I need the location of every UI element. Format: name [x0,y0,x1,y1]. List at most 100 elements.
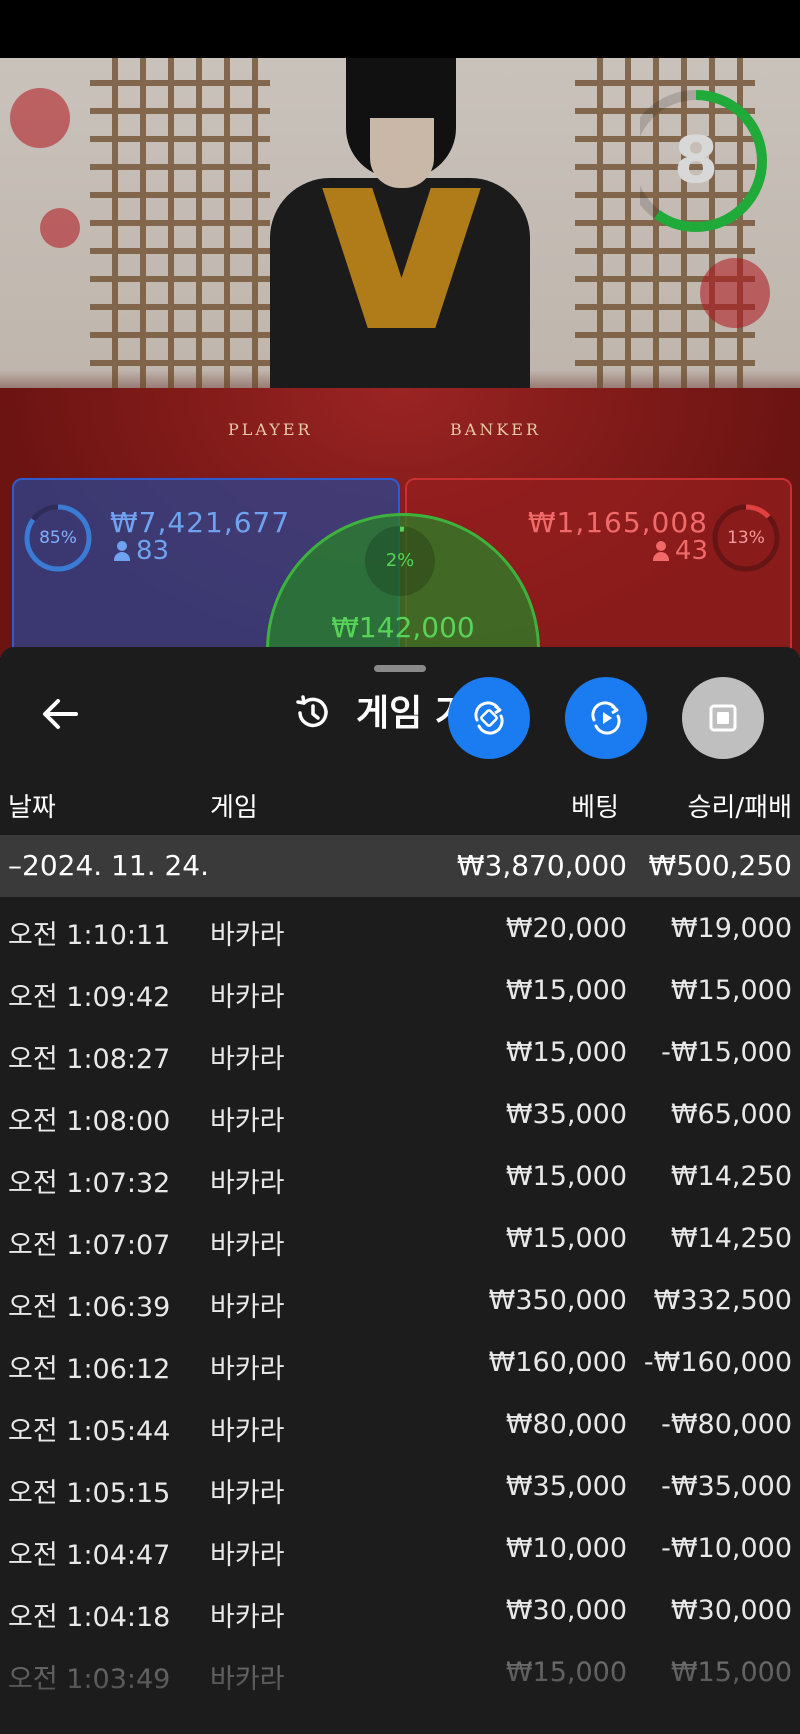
replay-button[interactable] [565,677,647,759]
tie-percent: 2% [385,550,415,571]
row-time: 오전 1:07:32 [8,1168,171,1199]
rotate-icon [474,701,504,735]
date-group-total-bet: ₩3,870,000 [456,849,627,882]
player-count-value: 83 [136,536,170,566]
row-time: 오전 1:09:42 [8,982,171,1013]
stop-icon [709,704,737,732]
game-history-sheet: 게임 기록 날짜 게임 베팅 승리/패배 –2024. 11. 24. ₩3,8… [0,647,800,1734]
banker-total-amount: ₩1,165,008 [527,506,708,539]
history-icon [292,693,332,733]
column-header-winloss: 승리/패배 [687,793,792,823]
row-winloss: ₩14,250 [670,1161,792,1192]
column-header-bet: 베팅 [571,793,619,823]
row-winloss: ₩15,000 [670,975,792,1006]
row-bet: ₩350,000 [488,1285,627,1316]
table-row[interactable]: 오전 1:04:47 바카라 ₩10,000 -₩10,000 [0,1517,800,1579]
table-row[interactable]: 오전 1:07:07 바카라 ₩15,000 ₩14,250 [0,1207,800,1269]
row-time: 오전 1:05:15 [8,1478,171,1509]
row-winloss: -₩160,000 [643,1347,792,1378]
player-total-amount: ₩7,421,677 [110,506,291,539]
date-group-date: 2024. 11. 24. [22,849,210,882]
row-time: 오전 1:06:12 [8,1354,171,1385]
row-time: 오전 1:04:18 [8,1602,171,1633]
row-game: 바카라 [210,1044,285,1075]
row-game: 바카라 [210,1230,285,1261]
table-row[interactable]: 오전 1:05:15 바카라 ₩35,000 -₩35,000 [0,1455,800,1517]
row-time: 오전 1:07:07 [8,1230,171,1261]
table-row[interactable]: 오전 1:05:44 바카라 ₩80,000 -₩80,000 [0,1393,800,1455]
table-row[interactable]: 오전 1:04:18 바카라 ₩30,000 ₩30,000 [0,1579,800,1641]
row-game: 바카라 [210,1354,285,1385]
row-game: 바카라 [210,1106,285,1137]
history-rows: 오전 1:10:11 바카라 ₩20,000 ₩19,000 오전 1:09:42 바카… [0,897,800,1703]
table-label-player: PLAYER [228,420,313,439]
rotate-button[interactable] [448,677,530,759]
table-row[interactable]: 오전 1:06:39 바카라 ₩350,000 ₩332,500 [0,1269,800,1331]
row-winloss: ₩332,500 [653,1285,792,1316]
row-game: 바카라 [210,1416,285,1447]
row-time: 오전 1:08:27 [8,1044,171,1075]
row-game: 바카라 [210,1602,285,1633]
row-time: 오전 1:03:49 [8,1664,171,1695]
date-group-total-winloss: ₩500,250 [648,849,792,882]
date-group-row[interactable]: –2024. 11. 24. ₩3,870,000 ₩500,250 [0,835,800,897]
table-header: 날짜 게임 베팅 승리/패배 [0,777,800,827]
row-bet: ₩10,000 [505,1533,627,1564]
row-bet: ₩15,000 [505,1223,627,1254]
dealer-face [370,118,434,188]
person-icon [652,541,669,561]
replay-icon [591,701,621,735]
stop-button[interactable] [682,677,764,759]
row-game: 바카라 [210,920,285,951]
row-game: 바카라 [210,1664,285,1695]
table-row[interactable]: 오전 1:09:42 바카라 ₩15,000 ₩15,000 [0,959,800,1021]
row-bet: ₩35,000 [505,1471,627,1502]
table-row[interactable]: 오전 1:10:11 바카라 ₩20,000 ₩19,000 [0,897,800,959]
row-game: 바카라 [210,1168,285,1199]
blossom-decoration [40,208,80,248]
blossom-decoration [700,258,770,328]
row-game: 바카라 [210,982,285,1013]
blossom-decoration [10,88,70,148]
player-percent: 85% [39,528,77,548]
countdown-timer: 8 [625,86,770,236]
row-time: 오전 1:08:00 [8,1106,171,1137]
row-time: 오전 1:06:39 [8,1292,171,1323]
row-bet: ₩80,000 [505,1409,627,1440]
row-winloss: ₩65,000 [670,1099,792,1130]
banker-percent-ring: 13% [712,504,780,572]
row-winloss: ₩14,250 [670,1223,792,1254]
row-time: 오전 1:04:47 [8,1540,171,1571]
row-bet: ₩20,000 [505,913,627,944]
collapse-toggle[interactable]: – [8,849,22,882]
player-bettor-count: 83 [114,536,169,566]
row-time: 오전 1:05:44 [8,1416,171,1447]
person-icon [114,541,130,561]
sheet-drag-handle[interactable] [374,665,426,672]
row-game: 바카라 [210,1292,285,1323]
table-row[interactable]: 오전 1:03:49 바카라 ₩15,000 ₩15,000 [0,1641,800,1703]
table-row[interactable]: 오전 1:08:27 바카라 ₩15,000 -₩15,000 [0,1021,800,1083]
column-header-game: 게임 [210,793,258,823]
lattice-screen-left [90,58,270,388]
row-time: 오전 1:10:11 [8,920,171,951]
player-percent-ring: 85% [24,504,92,572]
table-row[interactable]: 오전 1:08:00 바카라 ₩35,000 ₩65,000 [0,1083,800,1145]
row-winloss: -₩10,000 [661,1533,792,1564]
timer-value: 8 [673,124,719,198]
banker-count-value: 43 [674,536,708,566]
back-button[interactable] [36,689,86,739]
row-game: 바카라 [210,1478,285,1509]
table-label-banker: BANKER [450,420,541,439]
row-winloss: ₩30,000 [670,1595,792,1626]
row-bet: ₩15,000 [505,1037,627,1068]
table-row[interactable]: 오전 1:07:32 바카라 ₩15,000 ₩14,250 [0,1145,800,1207]
date-group-label: –2024. 11. 24. [8,849,209,882]
row-game: 바카라 [210,1540,285,1571]
back-arrow-icon [43,699,78,729]
row-winloss: -₩35,000 [661,1471,792,1502]
banker-bettor-count: 43 [652,536,708,566]
column-header-date: 날짜 [8,793,56,823]
table-row[interactable]: 오전 1:06:12 바카라 ₩160,000 -₩160,000 [0,1331,800,1393]
row-bet: ₩30,000 [505,1595,627,1626]
